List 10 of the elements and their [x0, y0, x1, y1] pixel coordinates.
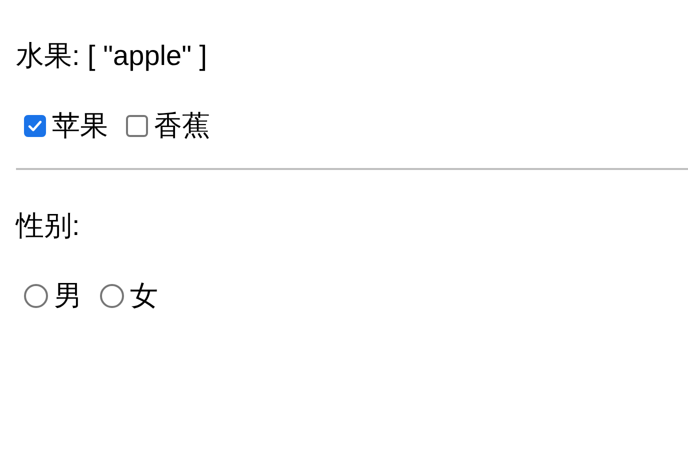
radio-button[interactable] — [100, 284, 124, 308]
checkbox[interactable] — [24, 115, 46, 137]
radio-label: 女 — [130, 279, 158, 313]
radio-label: 男 — [54, 279, 82, 313]
fruit-summary: 水果: [ "apple" ] — [16, 39, 208, 73]
checkbox[interactable] — [126, 115, 148, 137]
checkbox-label: 苹果 — [52, 109, 108, 143]
checkbox-label: 香蕉 — [154, 109, 210, 143]
gender-label: 性别: — [16, 209, 81, 243]
radio-button[interactable] — [24, 284, 48, 308]
